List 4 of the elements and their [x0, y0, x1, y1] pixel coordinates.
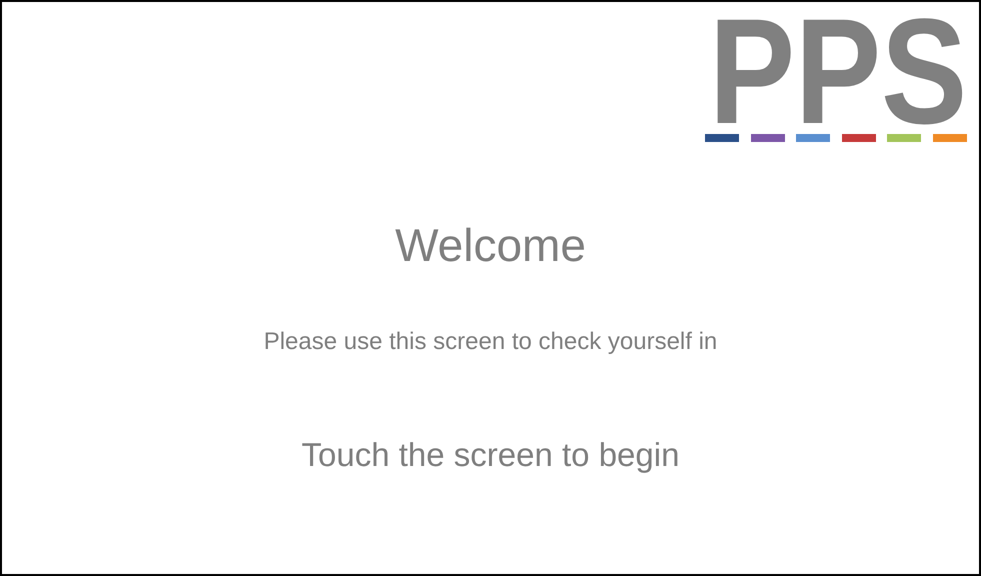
instruction-text: Please use this screen to check yourself in — [264, 330, 718, 354]
welcome-title: Welcome — [395, 222, 586, 268]
logo-text: PPS — [708, 12, 967, 130]
prompt-text: Touch the screen to begin — [302, 438, 680, 471]
